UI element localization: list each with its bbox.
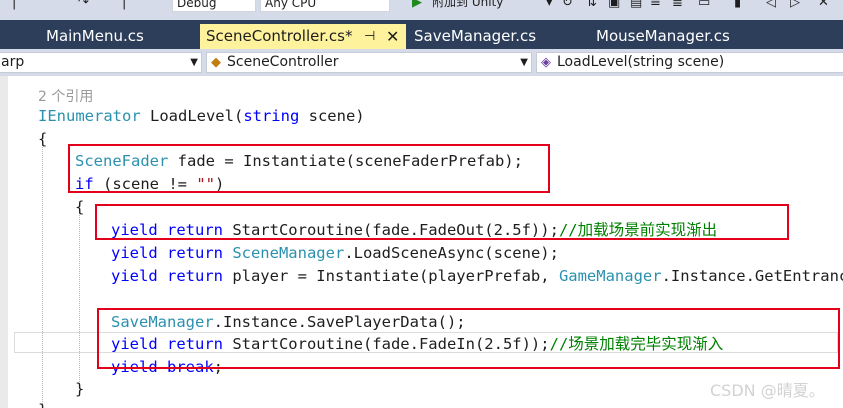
save-all-icon[interactable]: ▣ [608,0,620,10]
class-dropdown[interactable]: ◆ SceneController ▼ [206,52,532,73]
document-tab-bar: MainMenu.cs SceneController.cs* ⊣ ✕ Save… [0,20,843,49]
code-token: LoadLevel( [140,107,244,125]
platform-dropdown[interactable]: Any CPU [260,0,390,12]
forward-icon[interactable]: ▷ [790,0,800,10]
reference-count-link[interactable]: 2 个引用 [38,89,93,105]
code-line: } [75,378,84,401]
method-icon: ◈ [541,55,551,70]
annotation-box [95,204,789,240]
window-icon[interactable]: ▤ [630,0,642,10]
clear-icon[interactable]: ✕ [818,0,829,10]
configuration-value: Debug [177,0,217,10]
configuration-dropdown[interactable]: Debug [172,0,256,12]
code-editor[interactable]: 2 个引用 IEnumerator LoadLevel(string scene… [0,76,843,408]
separator-icon: | [122,0,127,10]
code-line: IEnumerator LoadLevel(string scene) [38,105,365,128]
code-token: scene) [299,107,365,125]
member-value: LoadLevel(string scene) [557,54,725,70]
tool-icon[interactable]: ▾ [546,0,553,10]
code-type-token: SceneManager [222,244,345,262]
code-token: } [75,380,85,398]
editor-margin [0,76,8,408]
toolbar-divider: | [12,0,17,10]
code-token: .LoadSceneAsync(scene); [344,244,559,262]
hot-reload-icon[interactable]: ↻ [562,0,573,10]
chevron-down-icon: ▼ [190,57,198,68]
indent-guide [79,212,80,382]
annotation-box [97,308,840,369]
code-keyword-token: string [243,107,300,125]
navigation-bar: arp ▼ ◆ SceneController ▼ ◈ LoadLevel(st… [0,49,843,76]
tab-mousemanager[interactable]: MouseManager.cs [590,24,790,49]
tab-label: MainMenu.cs [46,27,144,45]
code-line: yield return SceneManager.LoadSceneAsync… [111,242,559,265]
code-line: yield return player = Instantiate(player… [111,265,843,288]
chevron-down-icon: ▼ [520,57,528,68]
code-token: { [75,198,85,216]
indent-guide [42,144,43,408]
step-icon[interactable]: ⇅ [586,0,597,10]
bookmark-icon[interactable]: ▮ [734,0,741,10]
watermark-text: CSDN @晴夏。 [710,381,825,400]
tab-label: MouseManager.cs [596,27,730,45]
tab-label: SaveManager.cs [414,27,537,45]
member-dropdown[interactable]: ◈ LoadLevel(string scene) [536,52,843,73]
project-dropdown[interactable]: arp ▼ [0,52,202,73]
code-token: .Instance.GetEntrance [661,267,843,285]
indent-icon[interactable]: ≣ [672,0,683,10]
redo-icon[interactable]: ↷ [78,0,89,10]
tab-scenecontroller[interactable]: SceneController.cs* ⊣ ✕ [200,24,406,49]
tab-mainmenu[interactable]: MainMenu.cs [40,24,198,49]
platform-value: Any CPU [265,0,317,10]
code-line: { [38,128,47,151]
toolbar: | ↷ | Debug Any CPU ▶ 附加到 Unity ▾ ↻ ⇅ ▣ … [0,0,843,20]
tab-label: SceneController.cs* [206,27,353,45]
code-keyword-token: yield return [111,244,223,262]
comment-icon[interactable]: ▭ [698,0,710,10]
code-keyword-token: yield return [111,267,223,285]
close-icon[interactable]: ✕ [386,24,399,49]
class-icon: ◆ [211,55,221,70]
code-token: player = Instantiate(playerPrefab, [222,267,559,285]
code-token: } [38,401,47,408]
pin-icon[interactable]: ⊣ [364,24,375,49]
annotation-box [68,144,550,193]
project-value: arp [1,54,25,70]
back-icon[interactable]: ◁ [766,0,776,10]
code-line: { [75,196,84,219]
code-type-token: GameManager [558,267,662,285]
code-type-token: IEnumerator [38,107,141,125]
code-line: } [38,399,47,408]
play-icon[interactable]: ▶ [412,0,422,10]
class-value: SceneController [227,54,339,70]
tab-savemanager[interactable]: SaveManager.cs [408,24,583,49]
attach-unity-button[interactable]: 附加到 Unity [432,0,503,9]
align-icon[interactable]: ≡ [650,0,661,10]
code-token: { [38,130,48,148]
